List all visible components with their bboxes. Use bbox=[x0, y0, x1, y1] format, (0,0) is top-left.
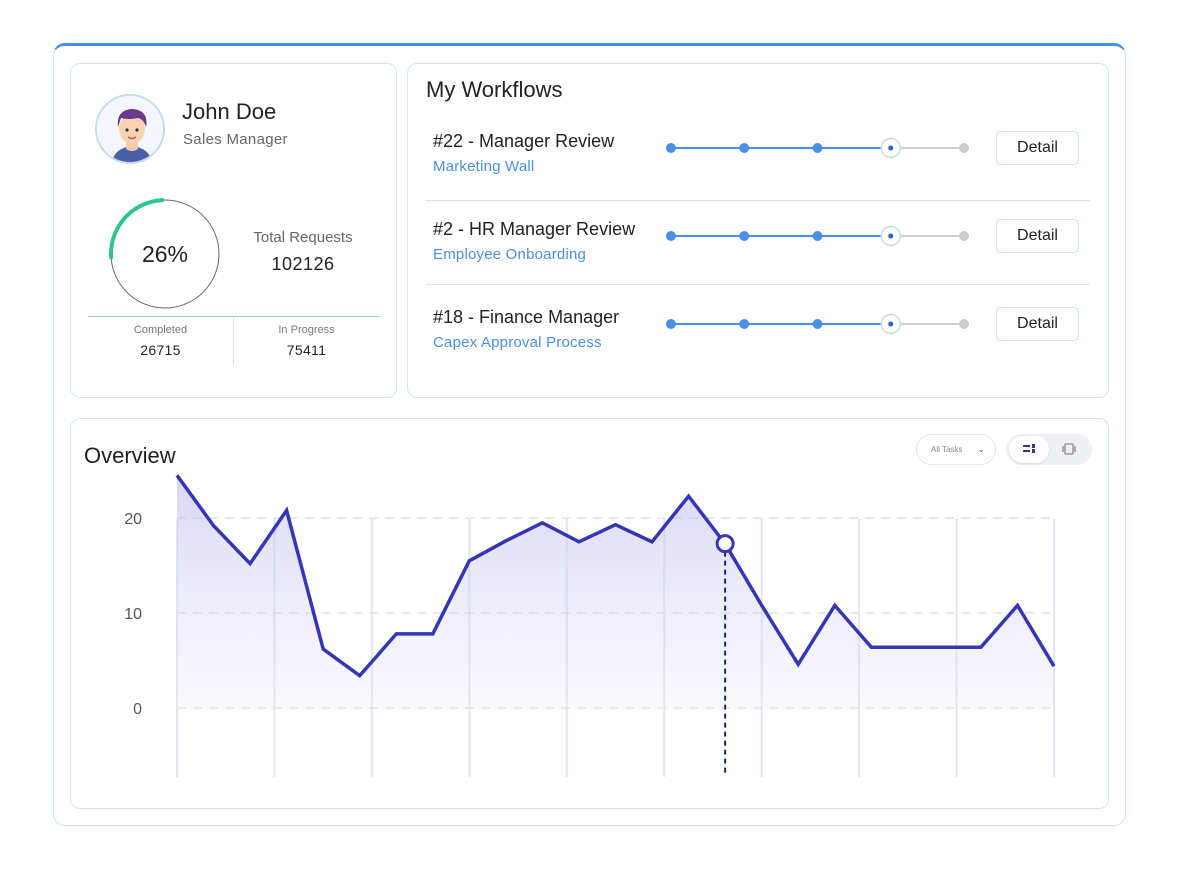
data-point bbox=[213, 525, 215, 527]
data-point bbox=[797, 663, 799, 665]
workflow-step bbox=[739, 319, 750, 329]
workflow-process-link[interactable]: Capex Approval Process bbox=[433, 334, 602, 351]
avatar[interactable] bbox=[95, 94, 165, 164]
workflow-step bbox=[739, 143, 750, 153]
data-point bbox=[834, 604, 836, 606]
workflow-item: #18 - Finance Manager Capex Approval Pro… bbox=[426, 307, 1090, 367]
data-point bbox=[578, 541, 580, 543]
highlight-point[interactable] bbox=[715, 534, 735, 554]
workflow-step bbox=[739, 231, 750, 241]
workflow-name: #22 - Manager Review bbox=[433, 131, 615, 151]
data-point bbox=[359, 675, 361, 677]
workflow-stepper bbox=[666, 137, 969, 159]
workflow-item: #22 - Manager Review Marketing Wall Deta… bbox=[426, 131, 1090, 201]
data-point bbox=[286, 509, 288, 511]
data-point bbox=[176, 474, 178, 476]
workflow-step bbox=[812, 143, 823, 153]
data-point bbox=[980, 646, 982, 648]
workflow-name: #2 - HR Manager Review bbox=[433, 219, 636, 239]
overview-chart: 0 10 20 bbox=[124, 474, 1056, 777]
workflows-title: My Workflows bbox=[426, 77, 563, 102]
data-point bbox=[907, 646, 909, 648]
workflow-step bbox=[666, 231, 676, 241]
data-point bbox=[651, 541, 653, 543]
data-point bbox=[761, 604, 763, 606]
data-point bbox=[505, 540, 507, 542]
workflow-step bbox=[880, 313, 901, 335]
user-role: Sales Manager bbox=[183, 131, 288, 148]
workflow-step bbox=[812, 231, 823, 241]
completion-percent: 26% bbox=[141, 241, 189, 267]
workflow-step bbox=[666, 143, 676, 153]
workflow-item: #2 - HR Manager Review Employee Onboardi… bbox=[426, 219, 1090, 285]
overview-card: Overview All Tasks ⌄ 0 10 20 bbox=[70, 418, 1109, 809]
workflow-step bbox=[959, 231, 969, 241]
data-point bbox=[943, 646, 945, 648]
y-tick-label: 10 bbox=[124, 606, 142, 623]
data-point bbox=[1016, 604, 1018, 606]
detail-button[interactable]: Detail bbox=[996, 219, 1079, 253]
data-point bbox=[395, 633, 397, 635]
data-point bbox=[249, 563, 251, 565]
y-tick-label: 0 bbox=[133, 701, 142, 718]
workflow-step bbox=[666, 319, 676, 329]
y-tick-label: 20 bbox=[124, 511, 142, 528]
workflow-step bbox=[880, 225, 901, 247]
user-name: John Doe bbox=[182, 99, 277, 124]
data-point bbox=[432, 633, 434, 635]
completed-stat: Completed 26715 bbox=[88, 324, 233, 358]
workflow-step bbox=[880, 137, 901, 159]
in-progress-label: In Progress bbox=[278, 324, 335, 336]
workflow-stepper bbox=[666, 313, 969, 335]
workflows-card: My Workflows #22 - Manager Review Market… bbox=[407, 63, 1109, 398]
workflow-name: #18 - Finance Manager bbox=[433, 307, 620, 327]
workflow-step bbox=[812, 319, 823, 329]
completed-value: 26715 bbox=[140, 342, 181, 358]
data-point bbox=[541, 522, 543, 524]
profile-card: John Doe Sales Manager 26% Total Request… bbox=[70, 63, 397, 398]
total-requests-value: 102126 bbox=[271, 254, 335, 274]
data-point bbox=[322, 648, 324, 650]
total-requests-label: Total Requests bbox=[253, 229, 353, 246]
data-point bbox=[870, 646, 872, 648]
workflow-process-link[interactable]: Marketing Wall bbox=[433, 158, 534, 175]
in-progress-value: 75411 bbox=[286, 342, 327, 358]
data-point bbox=[615, 524, 617, 526]
data-point bbox=[1053, 665, 1055, 667]
workflow-process-link[interactable]: Employee Onboarding bbox=[433, 246, 586, 263]
completed-label: Completed bbox=[133, 324, 188, 336]
workflow-step bbox=[959, 319, 969, 329]
data-point bbox=[688, 495, 690, 497]
detail-button[interactable]: Detail bbox=[996, 307, 1079, 341]
workflow-step bbox=[959, 143, 969, 153]
in-progress-stat: In Progress 75411 bbox=[234, 324, 379, 358]
data-point bbox=[468, 560, 470, 562]
detail-button[interactable]: Detail bbox=[996, 131, 1079, 165]
workflow-stepper bbox=[666, 225, 969, 247]
